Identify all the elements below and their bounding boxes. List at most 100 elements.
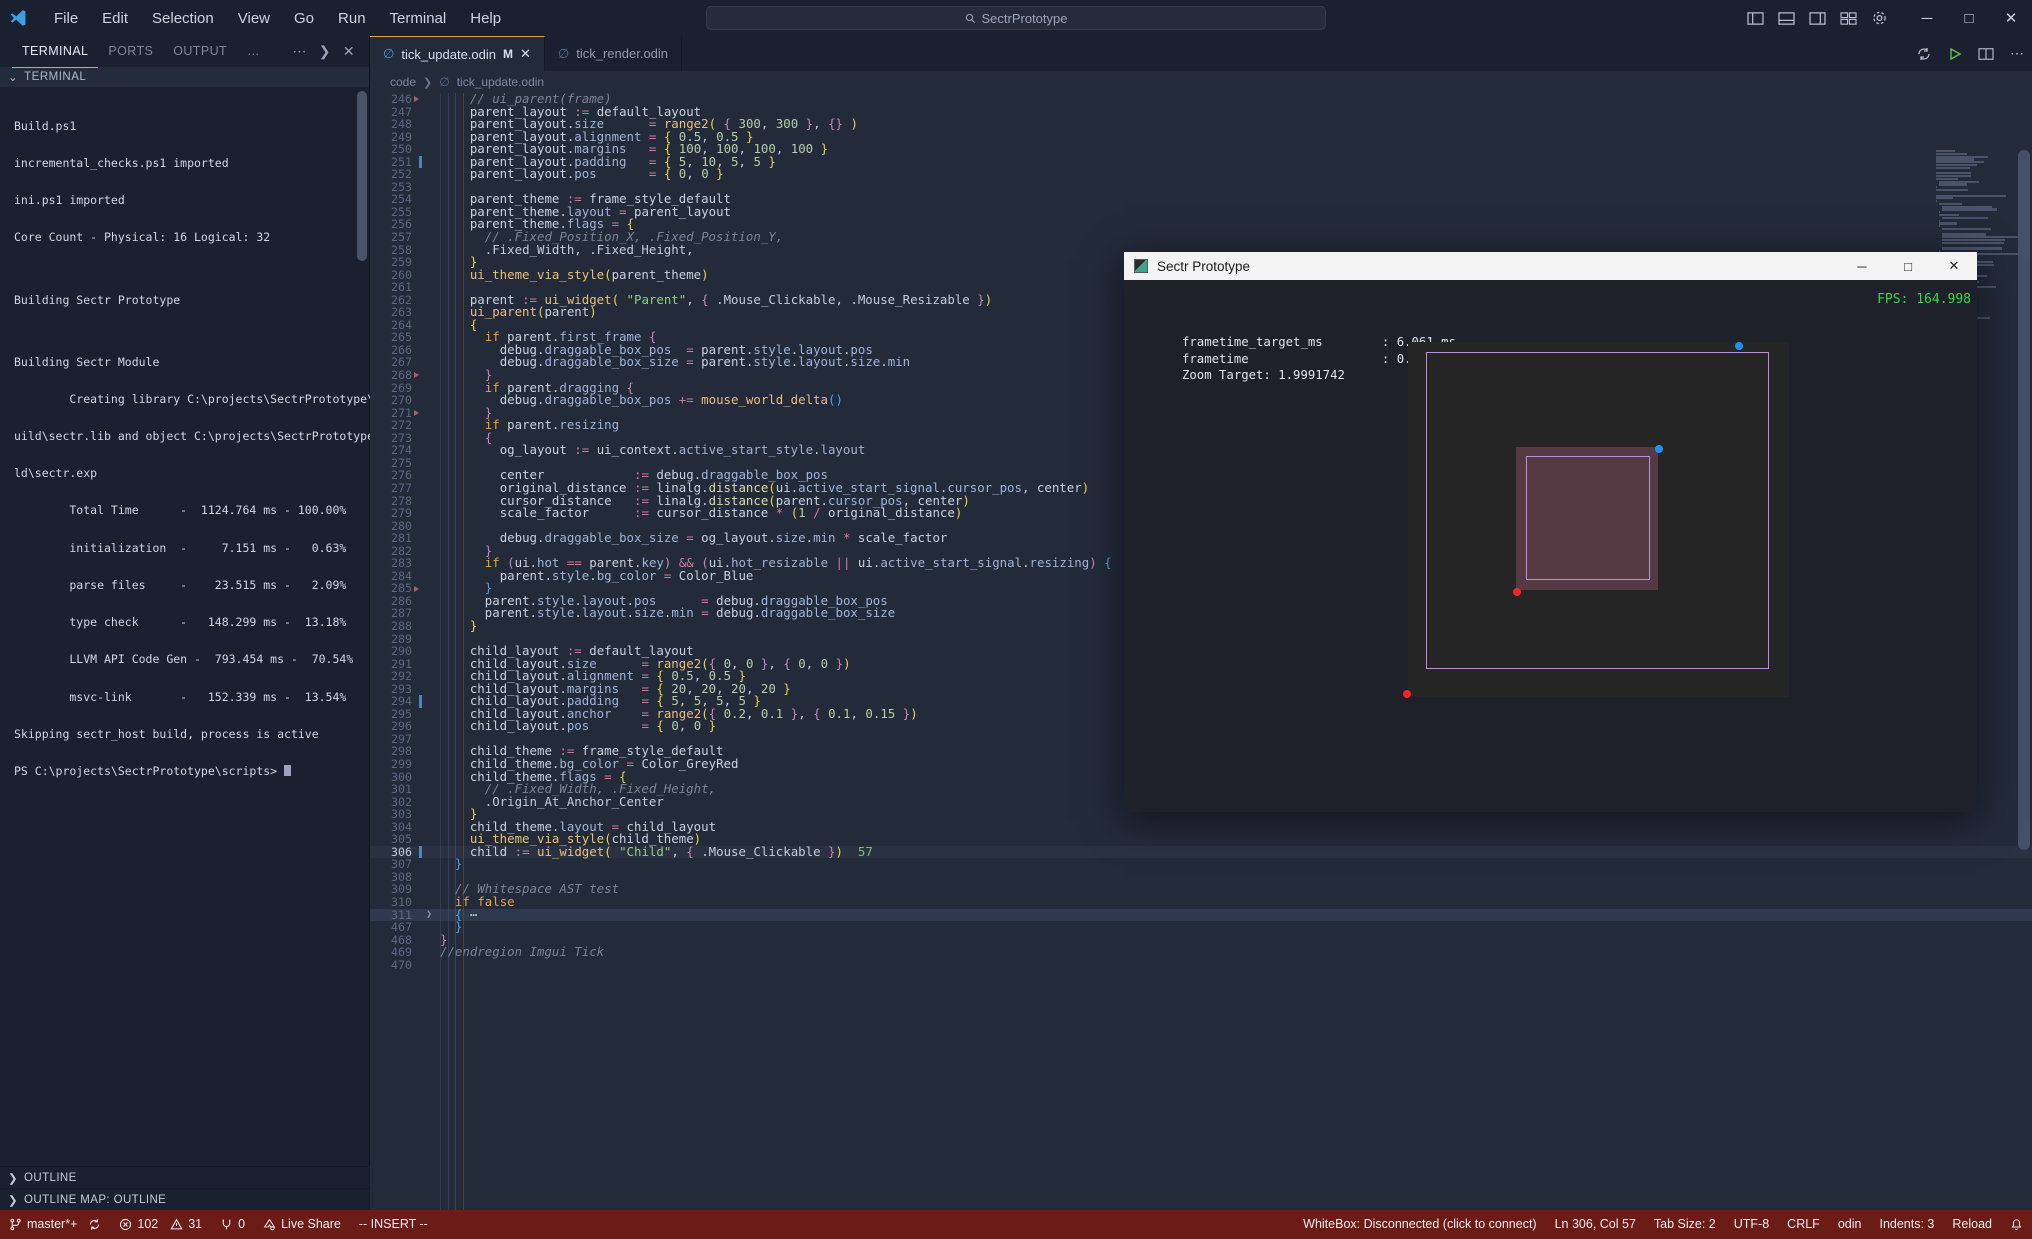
line-number: 270 xyxy=(391,393,412,408)
panel-tab-ports[interactable]: PORTS xyxy=(98,36,163,67)
status-problems[interactable]: 102 31 xyxy=(110,1210,211,1239)
app-maximize-button[interactable]: □ xyxy=(1885,252,1931,280)
child-handle-bottom-left[interactable] xyxy=(1513,588,1521,596)
warning-count: 31 xyxy=(188,1217,203,1231)
breakpoint-marker-icon[interactable] xyxy=(414,96,419,103)
maximize-panel-icon[interactable]: ❯ xyxy=(319,43,331,60)
status-branch[interactable]: master*+ xyxy=(0,1210,110,1239)
menu-item-file[interactable]: File xyxy=(42,6,90,31)
code-line[interactable]: 310 if false xyxy=(370,895,2032,909)
breadcrumb-item-file[interactable]: tick_update.odin xyxy=(457,75,544,89)
panel-tab-terminal[interactable]: TERMINAL xyxy=(12,36,99,68)
bell-icon[interactable] xyxy=(2001,1210,2032,1239)
code-line[interactable]: 469 //endregion Imgui Tick xyxy=(370,945,2032,959)
search-icon xyxy=(965,13,976,24)
parent-handle-bottom-left[interactable] xyxy=(1403,690,1411,698)
editor-tab-tick-render[interactable]: ∅ tick_render.odin xyxy=(544,36,683,71)
outline-map-section[interactable]: ❯ OUTLINE MAP: OUTLINE xyxy=(0,1188,370,1210)
sync-icon[interactable] xyxy=(88,1218,101,1231)
outline-label: OUTLINE xyxy=(24,1171,77,1184)
code-text: debug.draggable_box_size = parent.style.… xyxy=(499,354,911,370)
menu-item-go[interactable]: Go xyxy=(282,6,326,31)
chevron-down-icon: ⌄ xyxy=(8,72,19,84)
outline-section[interactable]: ❯ OUTLINE xyxy=(0,1166,370,1188)
code-line[interactable]: 467 } xyxy=(370,920,2032,934)
terminal-section-header[interactable]: ⌄ TERMINAL xyxy=(0,67,369,87)
editor-tab-close-icon[interactable]: ✕ xyxy=(520,46,531,62)
live-share-icon xyxy=(263,1218,276,1231)
app-close-button[interactable]: ✕ xyxy=(1931,252,1977,280)
line-number: 279 xyxy=(391,506,412,521)
command-search-bar[interactable]: SectrPrototype xyxy=(706,6,1326,30)
toggle-panel-icon[interactable] xyxy=(1778,11,1795,26)
fold-chevron-icon[interactable]: ❯ xyxy=(422,909,436,922)
line-number: 277 xyxy=(391,480,412,495)
line-number: 290 xyxy=(391,644,412,659)
status-whitebox[interactable]: WhiteBox: Disconnected (click to connect… xyxy=(1294,1210,1545,1239)
more-actions-icon[interactable]: ⋯ xyxy=(2010,45,2024,62)
menu-item-run[interactable]: Run xyxy=(326,6,378,31)
code-text: child := ui_widget( "Child", { .Mouse_Cl… xyxy=(469,843,873,859)
menu-item-help[interactable]: Help xyxy=(458,6,513,31)
status-tab-size[interactable]: Tab Size: 2 xyxy=(1645,1210,1725,1239)
terminal-scrollbar[interactable] xyxy=(357,91,367,261)
code-text: debug.draggable_box_pos += mouse_world_d… xyxy=(499,392,843,408)
menu-item-terminal[interactable]: Terminal xyxy=(378,6,459,31)
breakpoint-marker-icon[interactable] xyxy=(414,372,419,379)
toggle-primary-sidebar-icon[interactable] xyxy=(1747,11,1764,26)
code-line[interactable]: 470 xyxy=(370,959,2032,972)
line-number: 261 xyxy=(391,280,412,295)
code-line[interactable]: 309 // Whitespace AST test xyxy=(370,883,2032,896)
line-number: 252 xyxy=(391,167,412,182)
customize-layout-icon[interactable] xyxy=(1840,11,1857,26)
status-live-share[interactable]: Live Share xyxy=(254,1210,350,1239)
window-close-button[interactable]: ✕ xyxy=(1990,0,2032,36)
split-editor-icon[interactable] xyxy=(1978,47,1994,61)
indent-guide xyxy=(462,93,464,1210)
code-line[interactable]: 468} xyxy=(370,933,2032,947)
window-maximize-button[interactable]: □ xyxy=(1948,0,1990,36)
app-window-titlebar[interactable]: Sectr Prototype ─ □ ✕ xyxy=(1124,252,1977,280)
sync-editor-icon[interactable] xyxy=(1916,46,1932,62)
child-handle-top-right[interactable] xyxy=(1655,445,1663,453)
minimap-line xyxy=(1936,188,1968,192)
code-line[interactable]: 306 child := ui_widget( "Child", { .Mous… xyxy=(370,843,2032,859)
breakpoint-marker-icon[interactable] xyxy=(414,409,419,416)
code-line[interactable]: 311 ❯ { ⋯ xyxy=(370,908,2032,922)
status-indents[interactable]: Indents: 3 xyxy=(1870,1210,1943,1239)
toggle-secondary-sidebar-icon[interactable] xyxy=(1809,11,1826,26)
panel-tab-output[interactable]: OUTPUT xyxy=(163,36,237,67)
status-language-mode[interactable]: odin xyxy=(1829,1210,1871,1239)
more-actions-icon[interactable]: ⋯ xyxy=(292,43,306,60)
status-reload[interactable]: Reload xyxy=(1943,1210,2001,1239)
code-line[interactable]: 308 xyxy=(370,871,2032,884)
terminal-output[interactable]: Build.ps1 incremental_checks.ps1 importe… xyxy=(0,87,402,802)
sectr-prototype-window[interactable]: Sectr Prototype ─ □ ✕ FPS: 164.998 frame… xyxy=(1124,252,1977,812)
run-icon[interactable] xyxy=(1948,47,1962,61)
editor-tab-tick-update[interactable]: ∅ tick_update.odin M ✕ xyxy=(370,36,545,71)
code-line[interactable]: 307 } xyxy=(370,858,2032,871)
code-line[interactable]: 252 parent_layout.pos = { 0, 0 } xyxy=(370,168,2032,181)
menu-item-selection[interactable]: Selection xyxy=(140,6,226,31)
status-encoding[interactable]: UTF-8 xyxy=(1725,1210,1778,1239)
line-number: 301 xyxy=(391,782,412,797)
breakpoint-marker-icon[interactable] xyxy=(414,585,419,592)
parent-handle-top-right[interactable] xyxy=(1735,342,1743,350)
menu-item-view[interactable]: View xyxy=(226,6,282,31)
editor-scrollbar[interactable] xyxy=(2018,150,2030,850)
settings-gear-icon[interactable] xyxy=(1871,10,1888,26)
app-minimize-button[interactable]: ─ xyxy=(1839,252,1885,280)
line-number: 257 xyxy=(391,230,412,245)
panel-tab-overflow[interactable]: … xyxy=(237,36,270,67)
status-eol[interactable]: CRLF xyxy=(1778,1210,1829,1239)
close-panel-icon[interactable]: ✕ xyxy=(343,43,355,60)
breadcrumb-item-code[interactable]: code xyxy=(390,75,416,89)
status-ports[interactable]: 0 xyxy=(211,1210,254,1239)
status-cursor-position[interactable]: Ln 306, Col 57 xyxy=(1546,1210,1645,1239)
child-widget-outline xyxy=(1526,456,1650,580)
window-minimize-button[interactable]: ─ xyxy=(1906,0,1948,36)
menu-item-edit[interactable]: Edit xyxy=(90,6,140,31)
app-render-canvas[interactable]: FPS: 164.998 frametime_target_ms : 6.061… xyxy=(1124,280,1977,812)
minimap-line xyxy=(1942,216,1988,219)
status-vim-mode: -- INSERT -- xyxy=(358,1217,428,1231)
